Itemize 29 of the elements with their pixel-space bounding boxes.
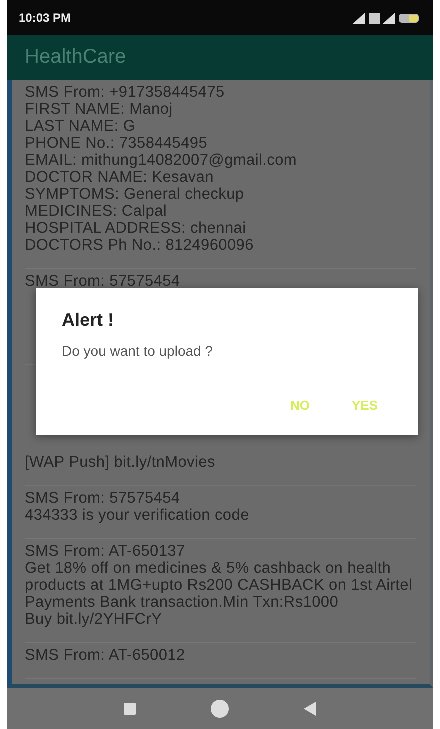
dialog-title: Alert !	[62, 310, 116, 331]
message-text: SMS From: 57575454	[25, 490, 182, 507]
message-text: [WAP Push] bit.ly/tnMovies	[25, 454, 216, 471]
message-text: MEDICINES: Calpal	[25, 203, 168, 220]
message-text: FIRST NAME: Manoj	[25, 101, 174, 118]
app-title: HealthCare	[25, 46, 126, 69]
sms-message[interactable]: SMS From: AT-650012	[25, 643, 416, 679]
message-text: SMS From: AT-650012	[25, 647, 186, 664]
message-text: 434333 is your verification code	[25, 507, 250, 524]
signal-status-icons	[351, 10, 421, 24]
sms-message[interactable]: SMS From: AT-650137 Get 18% off on medicines & 5% cashback on health products at 1MG+upto Rs200 CASHBACK on 1st Airtel Payments Bank transaction.Min Txn:Rs1000 Buy bit.ly/2YHFCrY	[25, 539, 416, 643]
message-text: HOSPITAL ADDRESS: chennai	[25, 220, 248, 237]
home-icon[interactable]	[210, 700, 229, 718]
message-text: EMAIL: mithung14082007@gmail.com	[25, 152, 298, 169]
message-text: LAST NAME: G	[25, 118, 137, 135]
message-text: SMS From: 57575454	[25, 273, 182, 290]
sms-message[interactable]: SMS From: 57575454 434333 is your verification code	[25, 486, 416, 539]
message-text: SMS From: AT-650137	[25, 543, 186, 560]
message-text: Get 18% off on medicines & 5% cashback on health products at 1MG+upto Rs200 CASHBACK on 1st Airtel Payments Bank transaction.Min Txn:Rs1000	[25, 560, 414, 611]
message-text: SMS From: +917358445475	[25, 84, 226, 101]
message-text: PHONE No.: 7358445495	[25, 135, 209, 152]
recents-icon[interactable]	[124, 702, 136, 714]
message-text: DOCTORS Ph No.: 8124960096	[25, 237, 255, 254]
dialog-message: Do you want to upload ?	[62, 343, 214, 359]
back-icon[interactable]	[304, 702, 316, 716]
message-text: Buy bit.ly/2YHFCrY	[25, 611, 164, 628]
message-text: DOCTOR NAME: Kesavan	[25, 169, 215, 186]
status-time: 10:03 PM	[19, 10, 72, 24]
message-text: SYMPTOMS: General checkup	[25, 186, 246, 203]
